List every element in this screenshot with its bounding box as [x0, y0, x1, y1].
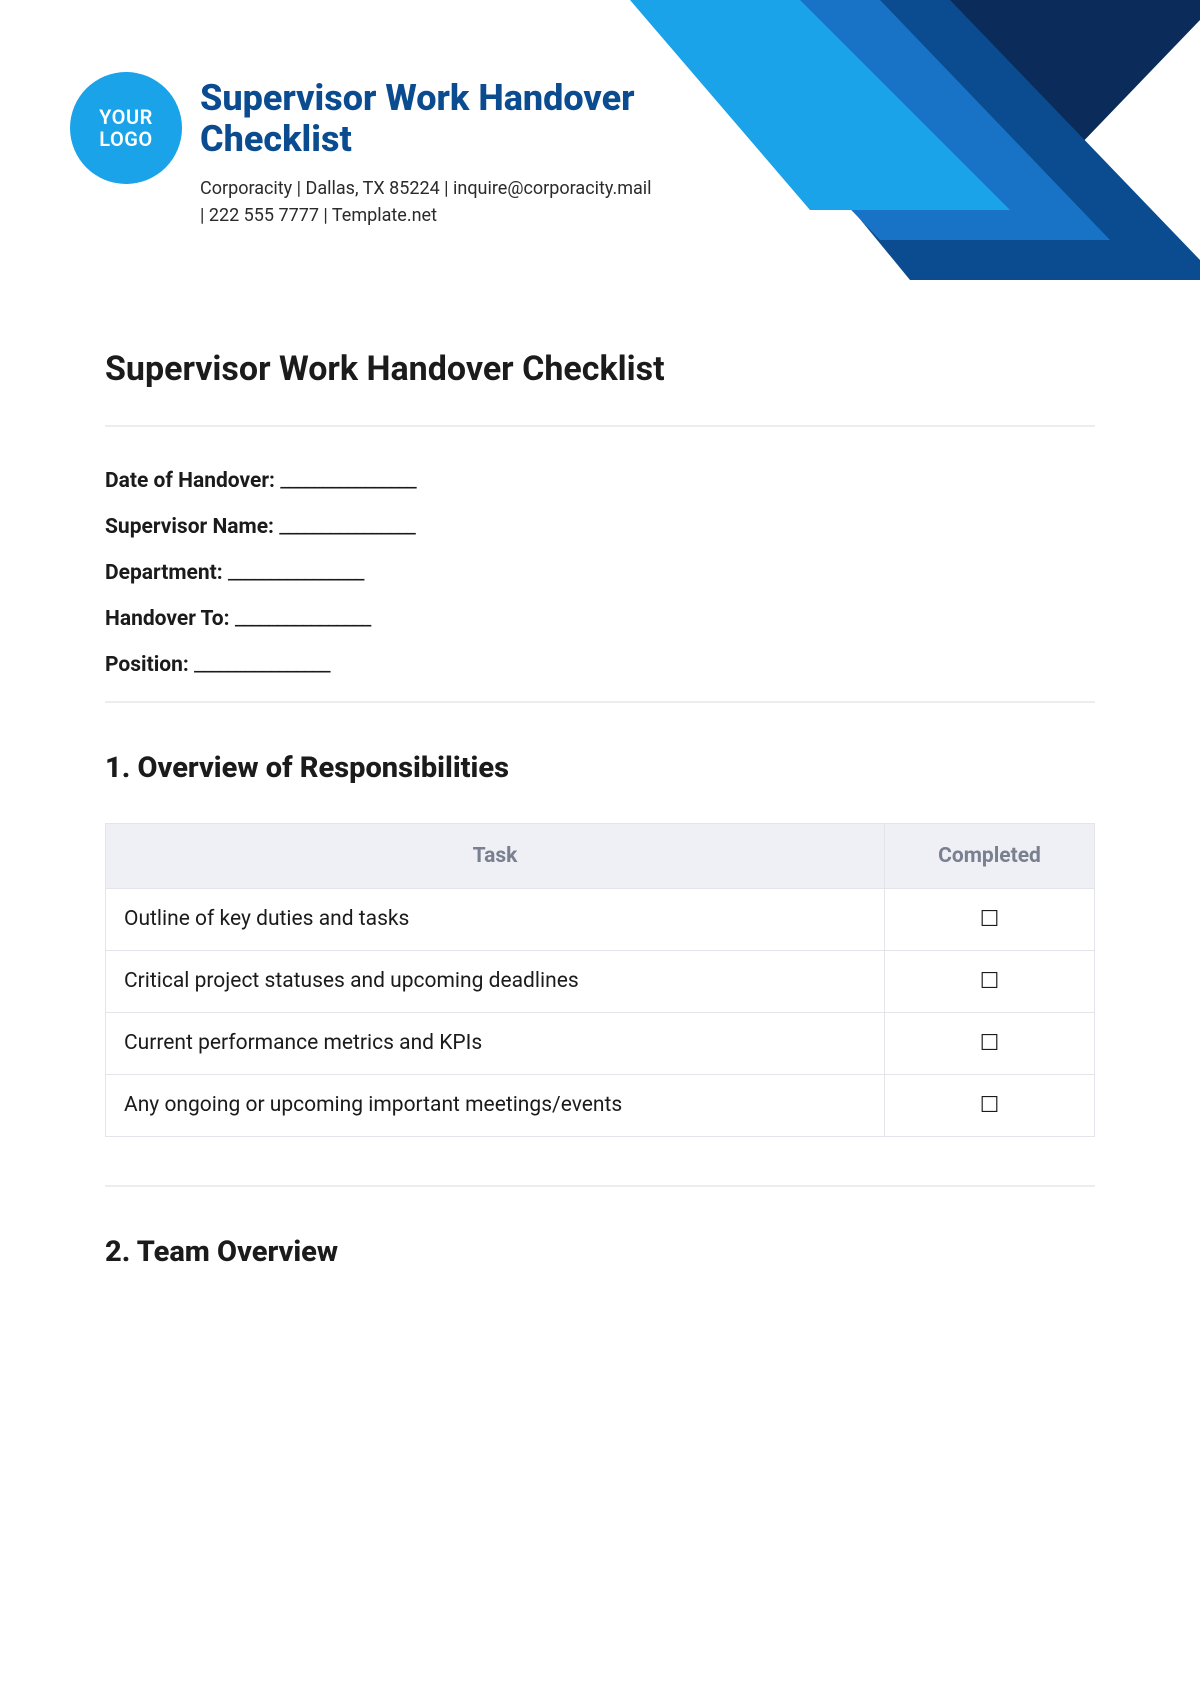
divider	[105, 701, 1095, 703]
divider	[105, 1185, 1095, 1187]
checkbox-cell[interactable]: ☐	[885, 950, 1095, 1012]
field-blank: ________________	[235, 607, 371, 631]
field-label: Supervisor Name:	[105, 515, 274, 539]
table-row: Critical project statuses and upcoming d…	[106, 950, 1095, 1012]
divider	[105, 425, 1095, 427]
field-handover-to: Handover To: ________________	[105, 607, 1095, 631]
field-supervisor-name: Supervisor Name: ________________	[105, 515, 1095, 539]
fields-block: Date of Handover: ________________ Super…	[105, 469, 1095, 677]
task-cell: Current performance metrics and KPIs	[106, 1012, 885, 1074]
field-label: Date of Handover:	[105, 469, 275, 493]
field-label: Position:	[105, 653, 189, 677]
field-label: Department:	[105, 561, 223, 585]
checklist-table: Task Completed Outline of key duties and…	[105, 823, 1095, 1137]
content: Supervisor Work Handover Checklist Date …	[0, 229, 1200, 1269]
field-position: Position: ________________	[105, 653, 1095, 677]
header-title: Supervisor Work Handover Checklist	[200, 78, 660, 161]
page-title: Supervisor Work Handover Checklist	[105, 349, 1095, 389]
field-blank: ________________	[279, 515, 415, 539]
field-blank: ________________	[194, 653, 330, 677]
table-row: Outline of key duties and tasks ☐	[106, 888, 1095, 950]
logo-text-line2: LOGO	[99, 128, 152, 150]
section-title-1: 1. Overview of Responsibilities	[105, 751, 1095, 785]
header-text: Supervisor Work Handover Checklist Corpo…	[200, 72, 660, 229]
header: YOUR LOGO Supervisor Work Handover Check…	[0, 0, 1200, 229]
checkbox-cell[interactable]: ☐	[885, 1074, 1095, 1136]
task-cell: Any ongoing or upcoming important meetin…	[106, 1074, 885, 1136]
field-blank: ________________	[280, 469, 416, 493]
col-task: Task	[106, 823, 885, 888]
logo-text-line1: YOUR	[99, 106, 153, 128]
field-blank: ________________	[228, 561, 364, 585]
logo-placeholder: YOUR LOGO	[70, 72, 182, 184]
header-meta: Corporacity | Dallas, TX 85224 | inquire…	[200, 175, 660, 229]
header-meta-line2: | 222 555 7777 | Template.net	[200, 205, 437, 226]
header-meta-line1: Corporacity | Dallas, TX 85224 | inquire…	[200, 178, 652, 199]
field-label: Handover To:	[105, 607, 230, 631]
table-row: Current performance metrics and KPIs ☐	[106, 1012, 1095, 1074]
table-header-row: Task Completed	[106, 823, 1095, 888]
task-cell: Critical project statuses and upcoming d…	[106, 950, 885, 1012]
checkbox-cell[interactable]: ☐	[885, 888, 1095, 950]
checkbox-cell[interactable]: ☐	[885, 1012, 1095, 1074]
section-title-2: 2. Team Overview	[105, 1235, 1095, 1269]
col-completed: Completed	[885, 823, 1095, 888]
task-cell: Outline of key duties and tasks	[106, 888, 885, 950]
field-date: Date of Handover: ________________	[105, 469, 1095, 493]
field-department: Department: ________________	[105, 561, 1095, 585]
table-row: Any ongoing or upcoming important meetin…	[106, 1074, 1095, 1136]
